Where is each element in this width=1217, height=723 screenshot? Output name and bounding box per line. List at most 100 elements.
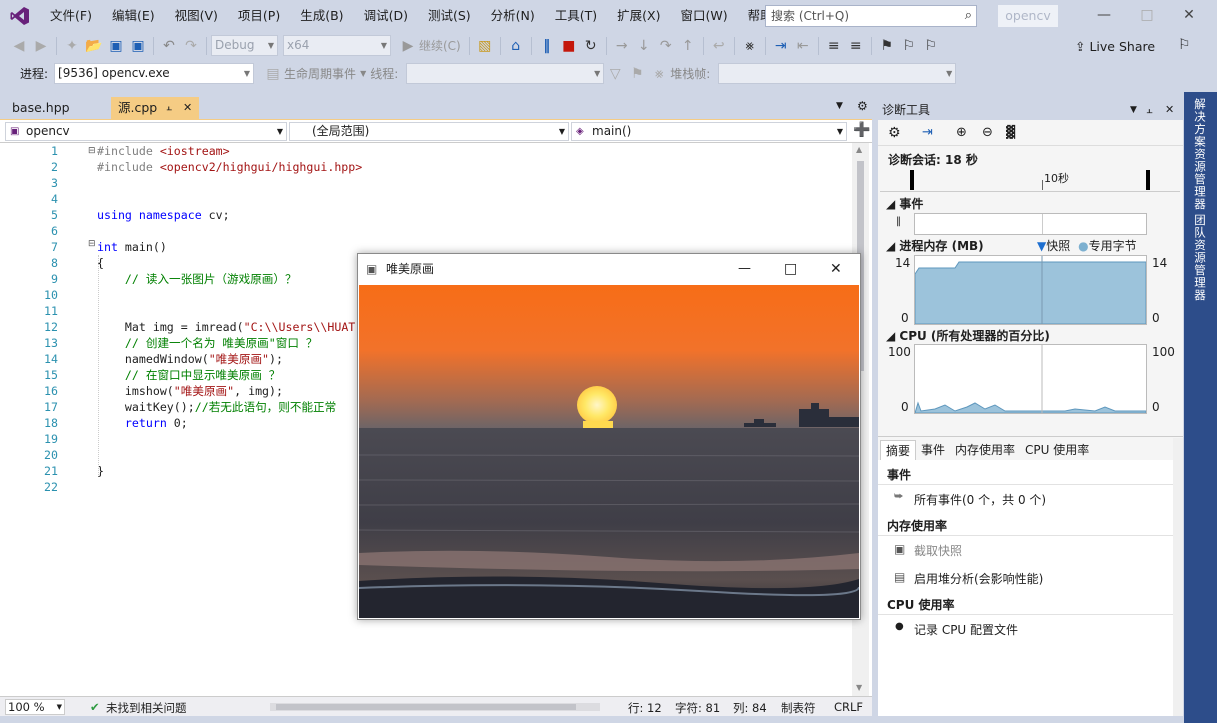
stop-debugging-icon[interactable]: ■ (558, 35, 580, 57)
save-icon[interactable]: ▣ (105, 35, 127, 57)
solution-explorer-tab[interactable]: 解决方案资源管理器 (1192, 98, 1208, 211)
code-text[interactable]: #include <iostream> (97, 143, 230, 159)
panel-close-icon[interactable]: ✕ (1165, 100, 1174, 120)
panel-pin-icon[interactable]: ⫠ (1146, 100, 1153, 120)
image-window-minimize[interactable]: — (738, 254, 751, 284)
scope-dropdown[interactable]: (全局范围) ▼ (289, 122, 569, 141)
pause-icon[interactable]: ‖ (896, 216, 901, 227)
lifecycle-events-label[interactable]: 生命周期事件 (284, 65, 356, 82)
minimize-button[interactable]: — (1083, 0, 1125, 31)
image-window-maximize[interactable]: □ (784, 254, 797, 284)
attach-icon[interactable]: ▧ (474, 35, 496, 57)
step-into-icon[interactable]: ↓ (633, 35, 655, 57)
process-dropdown[interactable]: [9536] opencv.exe ▼ (54, 63, 255, 84)
project-dropdown[interactable]: ▣ opencv ▼ (5, 122, 287, 141)
open-file-icon[interactable]: 📂 (83, 35, 105, 57)
code-text[interactable]: int main() (97, 239, 167, 255)
collapse-include-icon[interactable]: ⊟ (88, 146, 96, 156)
feedback-icon[interactable]: ⚐ (1178, 37, 1191, 53)
code-text[interactable]: waitKey();//若无此语句，则不能正常 (97, 399, 336, 415)
diagnostics-scrollbar[interactable] (1173, 438, 1183, 716)
continue-icon[interactable]: ▶ (397, 35, 419, 57)
all-events-link[interactable]: 所有事件(0 个，共 0 个) (914, 491, 1046, 508)
back-icon[interactable]: ◀ (8, 35, 30, 57)
menu-file[interactable]: 文件(F) (40, 0, 102, 31)
record-cpu-profile-button[interactable]: 记录 CPU 配置文件 (914, 621, 1018, 638)
pin-icon[interactable]: ⫠ (166, 97, 172, 119)
thread-dropdown[interactable]: ▼ (406, 63, 605, 84)
menu-extensions[interactable]: 扩展(X) (607, 0, 670, 31)
show-next-statement-icon[interactable]: → (611, 35, 633, 57)
issues-status[interactable]: 未找到相关问题 (106, 700, 187, 716)
next-bookmark-icon[interactable]: ⚐ (920, 35, 942, 57)
image-window-titlebar[interactable]: ▣ 唯美原画 — □ ✕ (358, 254, 860, 284)
tab-overflow-icon[interactable]: ▼ (836, 101, 843, 111)
continue-button[interactable]: 继续(C) (419, 37, 461, 54)
events-track[interactable] (914, 213, 1147, 235)
filter-icon[interactable]: ▽ (604, 63, 626, 85)
save-all-icon[interactable]: ▣ (127, 35, 149, 57)
zoom-dropdown[interactable]: 100 % ▼ (5, 699, 65, 715)
reset-view-icon[interactable]: ▓ (1006, 125, 1015, 139)
code-text[interactable]: namedWindow("唯美原画"); (97, 351, 283, 367)
code-text[interactable]: // 创建一个名为 唯美原画"窗口 ？ (97, 335, 318, 351)
heap-profiling-checkbox[interactable]: 启用堆分析(会影响性能) (914, 570, 1043, 587)
take-snapshot-button[interactable]: 截取快照 (914, 542, 962, 559)
settings-icon[interactable]: ⚙ (888, 125, 901, 141)
outdent-icon[interactable]: ≡ (845, 35, 867, 57)
code-text[interactable]: imshow("唯美原画", img); (97, 383, 283, 399)
zoom-in-icon[interactable]: ⊕ (956, 125, 967, 140)
code-text[interactable]: using namespace cv; (97, 207, 230, 223)
new-project-icon[interactable]: ✦ (61, 35, 83, 57)
stack-frame-dropdown[interactable]: ▼ (718, 63, 957, 84)
menu-tools[interactable]: 工具(T) (545, 0, 607, 31)
threads-icon[interactable]: ⨳ (739, 35, 761, 57)
indent-icon[interactable]: ≡ (823, 35, 845, 57)
redo-icon[interactable]: ↷ (180, 35, 202, 57)
member-dropdown[interactable]: ◈ main() ▼ (571, 122, 847, 141)
image-window-close[interactable]: ✕ (830, 254, 842, 284)
forward-icon[interactable]: ▶ (30, 35, 52, 57)
step-out-icon[interactable]: ↑ (677, 35, 699, 57)
split-editor-icon[interactable]: ➕ (853, 122, 870, 138)
uncomment-icon[interactable]: ⇤ (792, 35, 814, 57)
timeline-ruler[interactable]: 10秒 (880, 168, 1180, 192)
menu-edit[interactable]: 编辑(E) (102, 0, 165, 31)
opencv-image-window[interactable]: ▣ 唯美原画 — □ ✕ (357, 253, 861, 620)
menu-debug[interactable]: 调试(D) (354, 0, 418, 31)
toggle-comment-icon[interactable]: ⇥ (770, 35, 792, 57)
subtab-events[interactable]: 事件 (916, 440, 950, 460)
hot-reload-icon[interactable]: ↩ (708, 35, 730, 57)
maximize-button[interactable]: □ (1126, 0, 1168, 31)
subtab-memory[interactable]: 内存使用率 (950, 440, 1020, 460)
code-text[interactable]: return 0; (97, 415, 188, 431)
live-share-button[interactable]: ⇪ Live Share (1075, 37, 1155, 57)
collapse-main-icon[interactable]: ⊟ (88, 239, 96, 249)
menu-project[interactable]: 项目(P) (228, 0, 290, 31)
close-tab-icon[interactable]: ✕ (183, 97, 192, 119)
menu-window[interactable]: 窗口(W) (670, 0, 737, 31)
close-button[interactable]: ✕ (1168, 0, 1210, 31)
team-explorer-tab[interactable]: 团队资源管理器 (1192, 214, 1208, 302)
subtab-cpu[interactable]: CPU 使用率 (1020, 440, 1094, 460)
subtab-summary[interactable]: 摘要 (880, 440, 917, 460)
undo-icon[interactable]: ↶ (158, 35, 180, 57)
break-all-icon[interactable]: ‖ (536, 35, 558, 57)
tab-source-cpp[interactable]: 源.cpp ⫠ ✕ (111, 97, 199, 119)
memory-chart[interactable] (914, 255, 1147, 325)
menu-build[interactable]: 生成(B) (290, 0, 353, 31)
eol-indicator[interactable]: CRLF (834, 700, 863, 714)
cpu-chart[interactable] (914, 344, 1147, 414)
menu-test[interactable]: 测试(S) (418, 0, 481, 31)
zoom-out-icon[interactable]: ⊖ (982, 125, 993, 140)
restart-icon[interactable]: ↻ (580, 35, 602, 57)
tabs-indicator[interactable]: 制表符 (781, 700, 816, 716)
configuration-dropdown[interactable]: Debug ▼ (211, 35, 278, 56)
flag-threads-icon[interactable]: ⚑ (626, 63, 648, 85)
bookmark-icon[interactable]: ⚑ (876, 35, 898, 57)
menu-view[interactable]: 视图(V) (165, 0, 228, 31)
code-text[interactable]: #include <opencv2/highgui/highgui.hpp> (97, 159, 362, 175)
platform-dropdown[interactable]: x64 ▼ (283, 35, 391, 56)
code-text[interactable]: Mat img = imread("C:\\Users\\HUAT (97, 319, 355, 335)
panel-dropdown-icon[interactable]: ▼ (1130, 100, 1137, 120)
